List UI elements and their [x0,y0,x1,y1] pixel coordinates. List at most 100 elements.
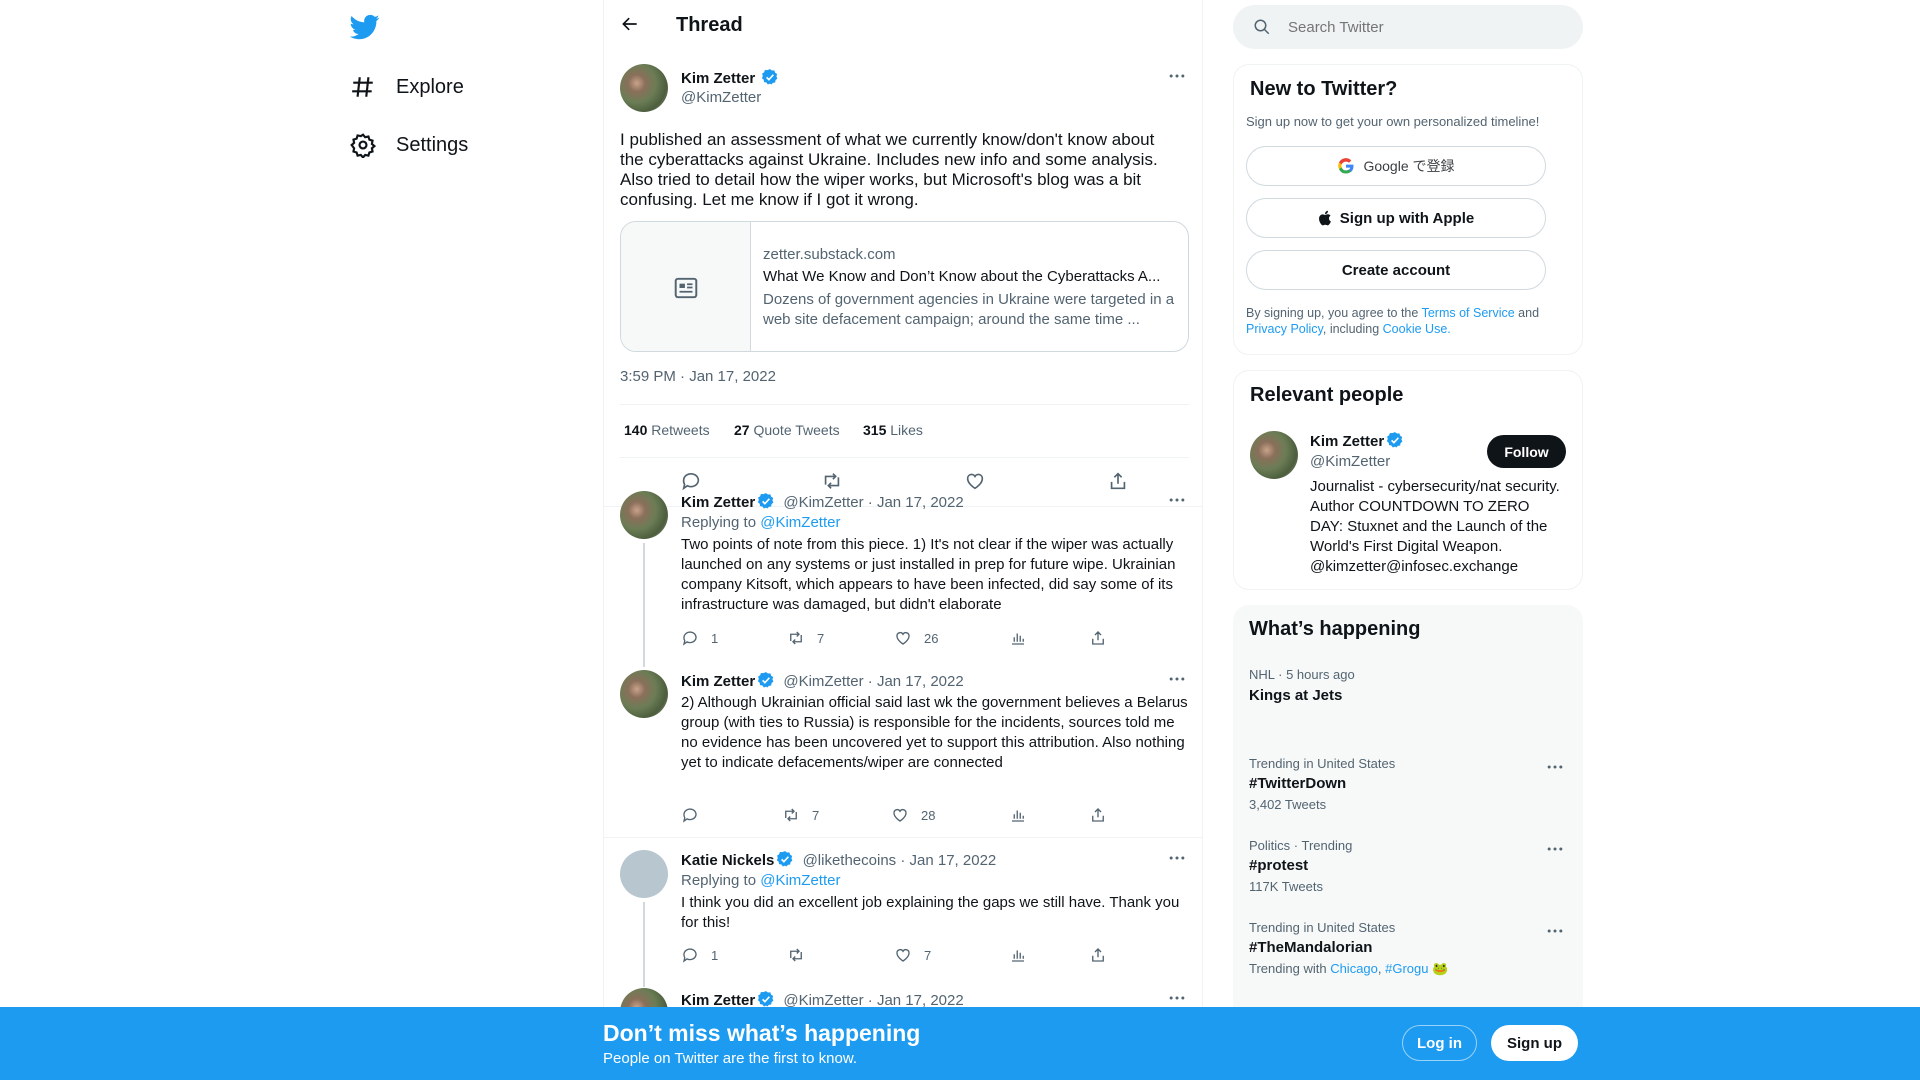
share-icon[interactable] [1089,806,1119,824]
more-options-icon[interactable] [1545,757,1565,777]
follow-button[interactable]: Follow [1487,435,1566,468]
retweet-action[interactable] [787,946,817,964]
google-signup-button[interactable]: Google で登録 [1246,146,1546,186]
search-icon [1254,19,1270,35]
author-name[interactable]: Kim Zetter [681,68,779,87]
avatar[interactable] [620,670,668,718]
reply-count: 1 [711,630,719,646]
like-action[interactable]: 7 [894,946,931,964]
twitter-logo-icon[interactable] [349,12,384,42]
like-icon[interactable] [964,470,986,497]
reply-action[interactable]: 1 [681,946,718,964]
reply-action[interactable]: 1 [681,629,718,647]
avatar[interactable] [620,850,668,898]
nav-item-explore[interactable]: Explore [350,62,464,112]
avatar[interactable] [620,64,668,112]
more-options-icon[interactable] [1167,66,1191,90]
reply-author-handle[interactable]: @KimZetter [783,494,863,511]
trend-item[interactable]: NHL · 5 hours ago Kings at Jets [1233,655,1583,730]
google-signup-label: Google で登録 [1363,158,1455,174]
more-options-icon[interactable] [1167,848,1191,872]
reply-date[interactable]: · Jan 17, 2022 [868,494,964,511]
retweets-stat[interactable]: 140 Retweets [624,422,710,438]
replying-to: Replying to @KimZetter [681,514,840,531]
reply-author-handle[interactable]: @KimZetter [783,673,863,690]
quotes-count: 27 [734,422,750,438]
link-card-thumbnail [621,222,751,351]
link-card-description: Dozens of government agencies in Ukraine… [763,291,1175,328]
avatar[interactable] [1250,431,1298,479]
cookie-link[interactable]: Cookie Use. [1383,322,1451,336]
reply-author-name[interactable]: Kim Zetter [681,494,755,511]
verified-badge-icon [1387,432,1403,448]
trend-title: #TheMandalorian [1249,939,1373,956]
reply-author-handle[interactable]: @likethecoins [803,852,897,869]
share-icon[interactable] [1089,946,1119,964]
relevant-person-name[interactable]: Kim Zetter [1310,431,1404,450]
link-card-domain: zetter.substack.com [763,246,896,263]
more-options-icon[interactable] [1545,921,1565,941]
apple-signup-button[interactable]: Sign up with Apple [1246,198,1546,238]
analytics-icon[interactable] [1009,629,1039,647]
reply-date[interactable]: · Jan 17, 2022 [900,852,996,869]
retweet-icon [790,948,802,962]
trend-link[interactable]: Chicago [1330,961,1378,976]
quote-tweets-stat[interactable]: 27 Quote Tweets [734,422,840,438]
like-action[interactable]: 26 [894,629,938,647]
search-box[interactable] [1233,5,1583,49]
retweet-icon [785,808,797,822]
reply-action[interactable] [681,806,711,824]
gear-icon [350,133,376,158]
relevant-person-handle[interactable]: @KimZetter [1310,453,1390,470]
like-action[interactable]: 28 [891,806,935,824]
quotes-label: Quote Tweets [753,422,840,438]
more-options-icon[interactable] [1167,669,1191,693]
analytics-icon[interactable] [1009,946,1039,964]
trend-context: Trending in United States [1249,756,1396,771]
create-account-button[interactable]: Create account [1246,250,1546,290]
share-icon[interactable] [1107,470,1129,497]
trend-item[interactable]: Trending in United States #TheMandaloria… [1233,909,1583,989]
replying-to-link[interactable]: @KimZetter [760,514,840,531]
thread-connector [643,543,645,667]
nav-item-settings[interactable]: Settings [350,120,468,170]
reply-author-name[interactable]: Kim Zetter [681,673,755,690]
terms-link[interactable]: Terms of Service [1422,306,1515,320]
trend-title: #protest [1249,857,1309,874]
tweet-timestamp[interactable]: 3:59 PM · Jan 17, 2022 [620,368,776,385]
reply-date[interactable]: · Jan 17, 2022 [868,673,964,690]
tweet-text: I published an assessment of what we cur… [620,130,1158,209]
trend-meta: Trending with Chicago, #Grogu 🐸 [1249,961,1449,976]
relevant-person-name-text: Kim Zetter [1310,433,1385,450]
retweet-action[interactable]: 7 [787,629,824,647]
analytics-icon[interactable] [1009,806,1039,824]
retweets-label: Retweets [651,422,710,438]
trend-item[interactable]: Politics · Trending #protest 117K Tweets [1233,827,1583,907]
reply-text: Two points of note from this piece. 1) I… [681,536,1176,613]
retweet-icon [790,631,802,645]
login-label: Log in [1417,1034,1462,1052]
apple-icon [1318,210,1331,226]
reply-text: I think you did an excellent job explain… [681,894,1180,931]
search-input[interactable] [1288,15,1558,39]
reply-icon [682,948,697,963]
trend-item[interactable]: Trending in United States #TwitterDown 3… [1233,745,1583,825]
replying-to-link[interactable]: @KimZetter [760,872,840,889]
trend-link[interactable]: #Grogu [1385,961,1428,976]
likes-stat[interactable]: 315 Likes [863,422,923,438]
back-arrow-icon[interactable] [620,14,644,38]
privacy-link[interactable]: Privacy Policy [1246,322,1323,336]
author-handle[interactable]: @KimZetter [681,89,761,106]
more-options-icon[interactable] [1545,839,1565,859]
link-card[interactable]: zetter.substack.com What We Know and Don… [620,221,1189,352]
hashtag-icon [352,77,373,97]
avatar[interactable] [620,491,668,539]
reply-author-name[interactable]: Katie Nickels [681,852,774,869]
login-button[interactable]: Log in [1402,1025,1477,1061]
article-icon [674,277,698,299]
retweet-action[interactable]: 7 [782,806,819,824]
more-options-icon[interactable] [1167,490,1191,514]
divider [604,837,1202,838]
share-icon[interactable] [1089,629,1119,647]
signup-button[interactable]: Sign up [1491,1025,1578,1061]
